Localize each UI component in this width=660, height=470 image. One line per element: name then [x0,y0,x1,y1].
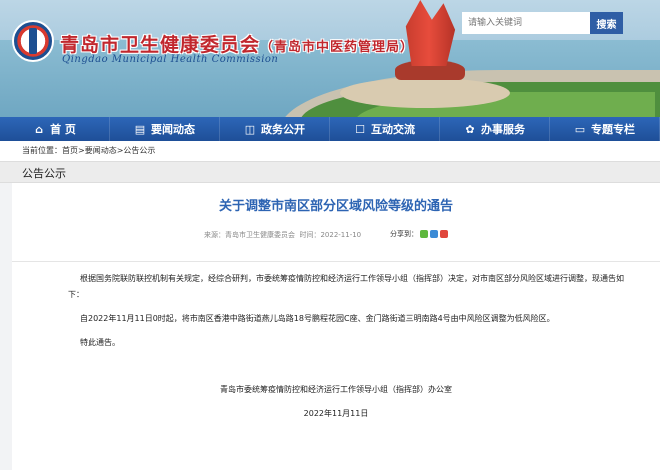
nav-item-news[interactable]: ▤ 要闻动态 [110,117,220,141]
nav-label: 政务公开 [261,123,305,136]
site-title-en: Qingdao Municipal Health Commission [62,54,279,65]
divider [12,261,660,262]
nav-label: 首 页 [50,123,76,136]
nav-item-interaction[interactable]: ☐ 互动交流 [330,117,440,141]
time-label: 时间： [299,231,321,239]
nav-label: 办事服务 [481,123,525,136]
source-label: 来源： [204,231,225,239]
home-icon: ⌂ [35,122,44,136]
article: 关于调整市南区部分区域风险等级的通告 来源：青岛市卫生健康委员会 时间：2022… [12,183,660,470]
article-date: 2022年11月11日 [303,409,369,418]
nav-item-topics[interactable]: ▭ 专题专栏 [550,117,660,141]
news-icon: ▤ [134,122,146,136]
article-paragraph: 根据国务院联防联控机制有关规定，经综合研判，市委统筹疫情防控和经济运行工作领导小… [68,274,624,299]
nav-item-gov[interactable]: ◫ 政务公开 [220,117,330,141]
article-title: 关于调整市南区部分区域风险等级的通告 [218,199,453,214]
logo-staff-icon [29,28,37,54]
share-bar: 分享到： [390,229,448,239]
breadcrumb-current[interactable]: 公告公示 [123,146,155,155]
header-banner: 青岛市卫生健康委员会（青岛市中医药管理局） Qingdao Municipal … [0,0,660,117]
section-title: 公告公示 [22,167,66,180]
topic-icon: ▭ [574,122,586,136]
breadcrumb-home[interactable]: 首页 [62,146,78,155]
nav-label: 要闻动态 [151,123,195,136]
nav-label: 专题专栏 [591,123,635,136]
section-bar: 公告公示 [0,161,660,183]
breadcrumb-news[interactable]: 要闻动态 [85,146,117,155]
article-time: 2022-11-10 [320,231,362,239]
article-paragraph: 自2022年11月11日0时起，将市南区香港中路街道燕儿岛路18号鹏程花园C座、… [80,314,555,323]
chat-icon: ☐ [355,122,365,136]
article-paragraph: 特此通告。 [80,338,120,347]
search-input[interactable] [462,12,590,34]
site-title[interactable]: 青岛市卫生健康委员会（青岛市中医药管理局） [60,30,414,57]
weibo-share-icon[interactable] [440,230,448,238]
service-icon: ✿ [465,122,475,136]
breadcrumb-prefix: 当前位置： [22,146,62,155]
share-label: 分享到： [390,230,418,238]
search-button[interactable]: 搜索 [590,12,623,34]
breadcrumb-separator: > [78,146,85,155]
breadcrumb: 当前位置：首页>要闻动态>公告公示 [0,141,660,161]
nav-item-service[interactable]: ✿ 办事服务 [440,117,550,141]
nav-item-home[interactable]: ⌂ 首 页 [0,117,110,141]
gov-icon: ◫ [244,122,256,136]
article-signature: 青岛市委统筹疫情防控和经济运行工作领导小组（指挥部）办公室 [220,385,452,394]
qzone-share-icon[interactable] [430,230,438,238]
nav-label: 互动交流 [371,123,415,136]
article-meta: 来源：青岛市卫生健康委员会 时间：2022-11-10 [204,230,361,240]
site-title-main: 青岛市卫生健康委员会 [60,34,261,56]
plaza-backdrop [340,78,510,108]
main-nav: ⌂ 首 页 ▤ 要闻动态 ◫ 政务公开 ☐ 互动交流 ✿ 办事服务 ▭ 专题专栏 [0,117,660,141]
site-title-sub: （青岛市中医药管理局） [260,40,415,55]
wechat-share-icon[interactable] [420,230,428,238]
article-source: 青岛市卫生健康委员会 [225,231,295,239]
